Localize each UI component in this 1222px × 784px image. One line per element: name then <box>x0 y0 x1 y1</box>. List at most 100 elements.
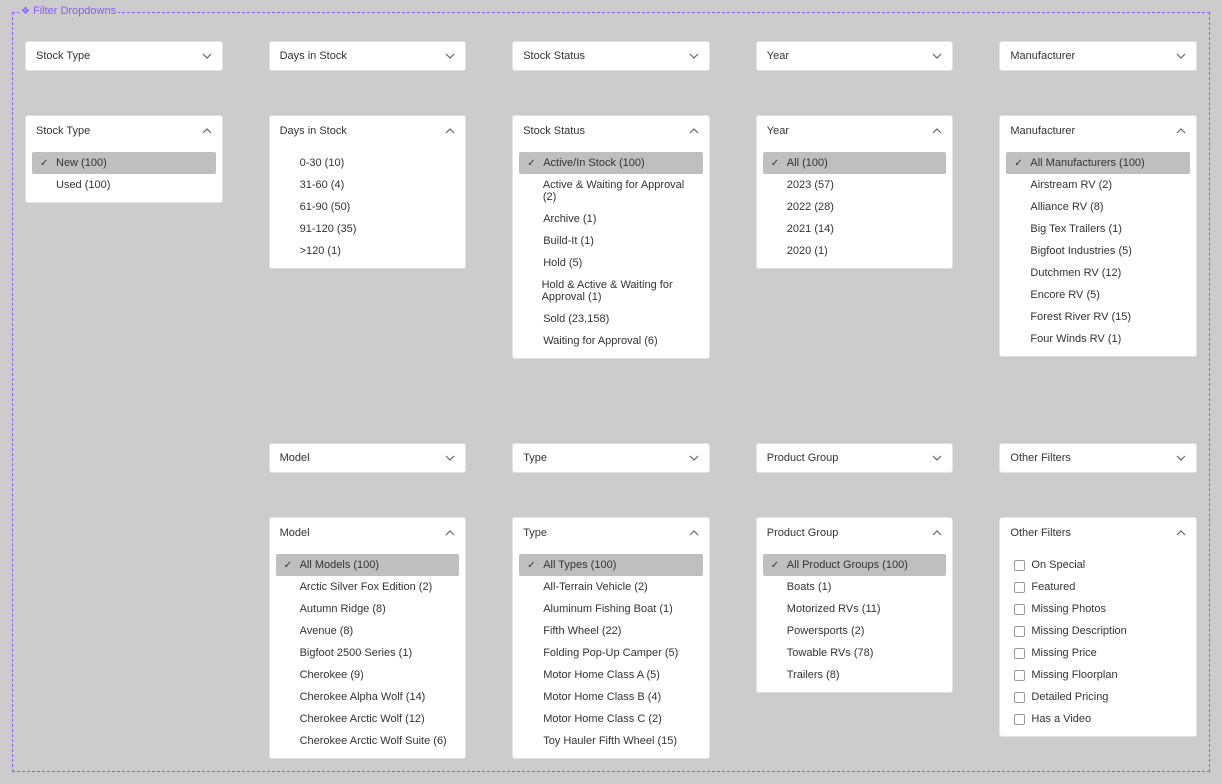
option-four-winds[interactable]: ✓Four Winds RV (1) <box>1006 328 1190 350</box>
manufacturer-dropdown-closed[interactable]: Manufacturer <box>999 41 1197 71</box>
option-toy-hauler-fifth-wheel[interactable]: ✓Toy Hauler Fifth Wheel (15) <box>519 730 703 752</box>
option-motor-home-b[interactable]: ✓Motor Home Class B (4) <box>519 686 703 708</box>
option-big-tex[interactable]: ✓Big Tex Trailers (1) <box>1006 218 1190 240</box>
dropdown-header[interactable]: Stock Status <box>513 116 709 146</box>
checkbox-icon[interactable] <box>1014 692 1025 703</box>
option-91-120[interactable]: ✓91-120 (35) <box>276 218 460 240</box>
option-year-2023[interactable]: ✓2023 (57) <box>763 174 947 196</box>
dropdown-header[interactable]: Manufacturer <box>1000 116 1196 146</box>
checkbox-icon[interactable] <box>1014 648 1025 659</box>
option-sold[interactable]: ✓Sold (23,158) <box>519 308 703 330</box>
option-dutchmen[interactable]: ✓Dutchmen RV (12) <box>1006 262 1190 284</box>
option-missing-price[interactable]: Missing Price <box>1006 642 1190 664</box>
option-motorized-rvs[interactable]: ✓Motorized RVs (11) <box>763 598 947 620</box>
stock-type-dropdown-closed[interactable]: Stock Type <box>25 41 223 71</box>
option-missing-photos[interactable]: Missing Photos <box>1006 598 1190 620</box>
option-list[interactable]: ✓All Models (100) ✓Arctic Silver Fox Edi… <box>270 548 466 758</box>
chevron-up-icon <box>1176 126 1186 136</box>
option-31-60[interactable]: ✓31-60 (4) <box>276 174 460 196</box>
option-missing-floorplan[interactable]: Missing Floorplan <box>1006 664 1190 686</box>
option-motor-home-c[interactable]: ✓Motor Home Class C (2) <box>519 708 703 730</box>
option-alliance[interactable]: ✓Alliance RV (8) <box>1006 196 1190 218</box>
option-boats[interactable]: ✓Boats (1) <box>763 576 947 598</box>
checkbox-icon[interactable] <box>1014 714 1025 725</box>
option-label: Hold & Active & Waiting for Approval (1) <box>542 279 695 303</box>
checkbox-icon[interactable] <box>1014 582 1025 593</box>
option-label: Toy Hauler Fifth Wheel (15) <box>543 735 677 747</box>
option-0-30[interactable]: ✓0-30 (10) <box>276 152 460 174</box>
option-cherokee-alpha-wolf[interactable]: ✓Cherokee Alpha Wolf (14) <box>276 686 460 708</box>
dropdown-header[interactable]: Stock Type <box>26 116 222 146</box>
dropdown-header[interactable]: Model <box>270 518 466 548</box>
option-year-2020[interactable]: ✓2020 (1) <box>763 240 947 262</box>
option-detailed-pricing[interactable]: Detailed Pricing <box>1006 686 1190 708</box>
option-new[interactable]: ✓New (100) <box>32 152 216 174</box>
option-all-models[interactable]: ✓All Models (100) <box>276 554 460 576</box>
other-filters-dropdown-closed[interactable]: Other Filters <box>999 443 1197 473</box>
option-list[interactable]: ✓All Manufacturers (100) ✓Airstream RV (… <box>1000 146 1196 356</box>
type-dropdown-closed[interactable]: Type <box>512 443 710 473</box>
check-icon: ✓ <box>40 158 50 169</box>
option-61-90[interactable]: ✓61-90 (50) <box>276 196 460 218</box>
option-label: Four Winds RV (1) <box>1030 333 1121 345</box>
option-year-all[interactable]: ✓All (100) <box>763 152 947 174</box>
dropdown-header[interactable]: Days in Stock <box>270 116 466 146</box>
option-trailers[interactable]: ✓Trailers (8) <box>763 664 947 686</box>
option-all-product-groups[interactable]: ✓All Product Groups (100) <box>763 554 947 576</box>
option-powersports[interactable]: ✓Powersports (2) <box>763 620 947 642</box>
option-aluminum-fishing-boat[interactable]: ✓Aluminum Fishing Boat (1) <box>519 598 703 620</box>
option-hold[interactable]: ✓Hold (5) <box>519 252 703 274</box>
dropdown-header[interactable]: Year <box>757 116 953 146</box>
option-encore[interactable]: ✓Encore RV (5) <box>1006 284 1190 306</box>
dropdown-header[interactable]: Other Filters <box>1000 518 1196 548</box>
option-year-2021[interactable]: ✓2021 (14) <box>763 218 947 240</box>
option-hold-active-waiting[interactable]: ✓Hold & Active & Waiting for Approval (1… <box>519 274 703 308</box>
model-dropdown-closed[interactable]: Model <box>269 443 467 473</box>
dropdown-header[interactable]: Type <box>513 518 709 548</box>
option-active-in-stock[interactable]: ✓Active/In Stock (100) <box>519 152 703 174</box>
option-used[interactable]: ✓Used (100) <box>32 174 216 196</box>
option-year-2022[interactable]: ✓2022 (28) <box>763 196 947 218</box>
option-fifth-wheel[interactable]: ✓Fifth Wheel (22) <box>519 620 703 642</box>
option-has-video[interactable]: Has a Video <box>1006 708 1190 730</box>
checkbox-icon[interactable] <box>1014 560 1025 571</box>
option-label: 61-90 (50) <box>300 201 351 213</box>
option-archive[interactable]: ✓Archive (1) <box>519 208 703 230</box>
dropdown-header[interactable]: Product Group <box>757 518 953 548</box>
option-autumn-ridge[interactable]: ✓Autumn Ridge (8) <box>276 598 460 620</box>
chevron-up-icon <box>445 126 455 136</box>
option-120plus[interactable]: ✓>120 (1) <box>276 240 460 262</box>
year-dropdown-closed[interactable]: Year <box>756 41 954 71</box>
days-in-stock-dropdown-closed[interactable]: Days in Stock <box>269 41 467 71</box>
option-cherokee-arctic-wolf-suite[interactable]: ✓Cherokee Arctic Wolf Suite (6) <box>276 730 460 752</box>
option-cherokee-arctic-wolf[interactable]: ✓Cherokee Arctic Wolf (12) <box>276 708 460 730</box>
option-build-it[interactable]: ✓Build-It (1) <box>519 230 703 252</box>
option-motor-home-a[interactable]: ✓Motor Home Class A (5) <box>519 664 703 686</box>
option-airstream[interactable]: ✓Airstream RV (2) <box>1006 174 1190 196</box>
option-arctic-silver-fox[interactable]: ✓Arctic Silver Fox Edition (2) <box>276 576 460 598</box>
option-avenue[interactable]: ✓Avenue (8) <box>276 620 460 642</box>
option-forest-river[interactable]: ✓Forest River RV (15) <box>1006 306 1190 328</box>
option-label: All Models (100) <box>300 559 379 571</box>
option-list[interactable]: On Special Featured Missing Photos Missi… <box>1000 548 1196 736</box>
checkbox-icon[interactable] <box>1014 670 1025 681</box>
option-label: Avenue (8) <box>300 625 354 637</box>
option-active-waiting[interactable]: ✓Active & Waiting for Approval (2) <box>519 174 703 208</box>
product-group-dropdown-closed[interactable]: Product Group <box>756 443 954 473</box>
option-bigfoot-2500[interactable]: ✓Bigfoot 2500 Series (1) <box>276 642 460 664</box>
option-featured[interactable]: Featured <box>1006 576 1190 598</box>
stock-status-dropdown-closed[interactable]: Stock Status <box>512 41 710 71</box>
option-folding-popup-camper[interactable]: ✓Folding Pop-Up Camper (5) <box>519 642 703 664</box>
option-bigfoot[interactable]: ✓Bigfoot Industries (5) <box>1006 240 1190 262</box>
option-missing-description[interactable]: Missing Description <box>1006 620 1190 642</box>
option-all-types[interactable]: ✓All Types (100) <box>519 554 703 576</box>
option-list[interactable]: ✓All Types (100) ✓All-Terrain Vehicle (2… <box>513 548 709 758</box>
option-cherokee[interactable]: ✓Cherokee (9) <box>276 664 460 686</box>
option-all-manufacturers[interactable]: ✓All Manufacturers (100) <box>1006 152 1190 174</box>
option-waiting-approval[interactable]: ✓Waiting for Approval (6) <box>519 330 703 352</box>
checkbox-icon[interactable] <box>1014 626 1025 637</box>
checkbox-icon[interactable] <box>1014 604 1025 615</box>
option-atv[interactable]: ✓All-Terrain Vehicle (2) <box>519 576 703 598</box>
option-towable-rvs[interactable]: ✓Towable RVs (78) <box>763 642 947 664</box>
option-on-special[interactable]: On Special <box>1006 554 1190 576</box>
